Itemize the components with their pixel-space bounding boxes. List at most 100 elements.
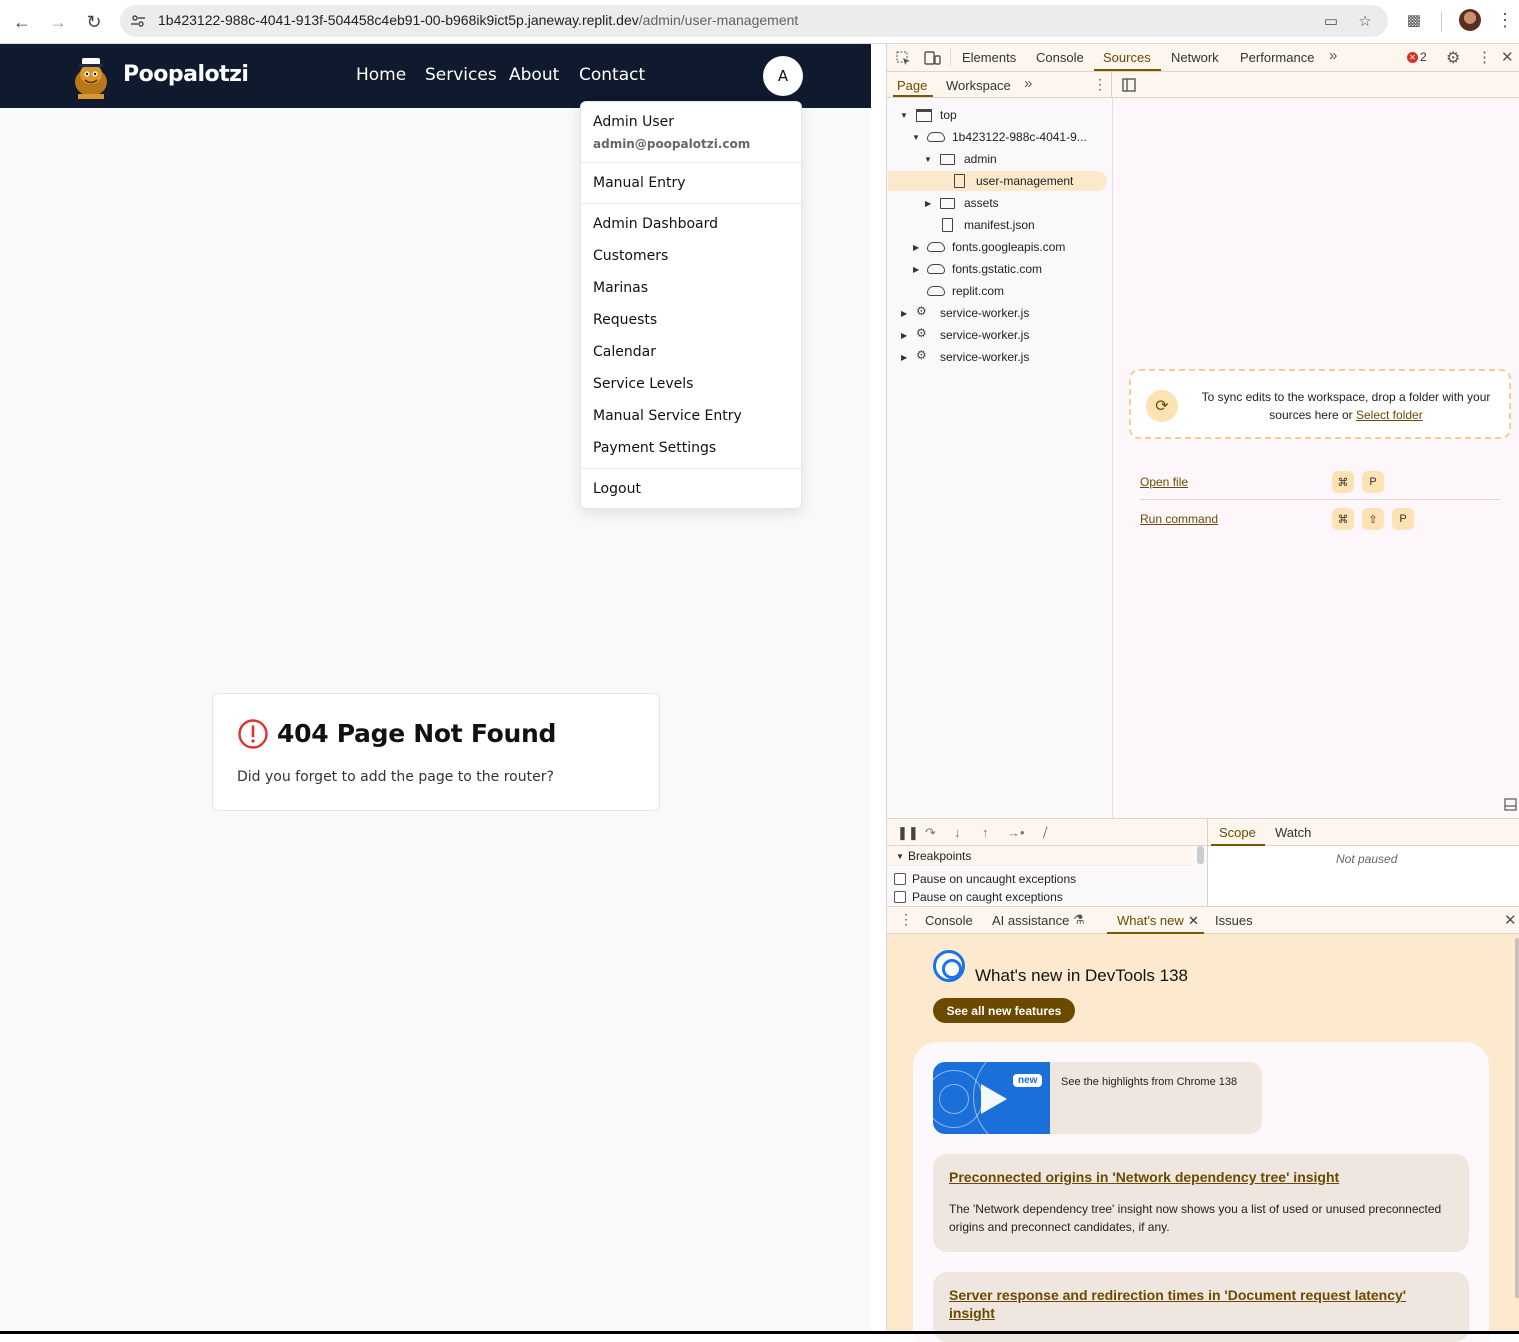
drawer-tab-ai-assistance[interactable]: AI assistance xyxy=(992,913,1069,928)
more-subtabs-chevron-icon[interactable]: » xyxy=(1024,75,1032,92)
collapsed-triangle-icon[interactable]: ▶ xyxy=(925,199,931,208)
menu-item-service-levels[interactable]: Service Levels xyxy=(593,376,693,392)
nav-about[interactable]: About xyxy=(509,65,559,85)
nav-home[interactable]: Home xyxy=(356,65,406,85)
drawer-menu-icon[interactable]: ⋮ xyxy=(899,911,913,928)
tab-sources[interactable]: Sources xyxy=(1103,50,1151,65)
menu-item-admin-dashboard[interactable]: Admin Dashboard xyxy=(593,216,718,232)
menu-item-customers[interactable]: Customers xyxy=(593,248,668,264)
tab-scope[interactable]: Scope xyxy=(1219,825,1256,840)
deactivate-breakpoints-icon[interactable]: ⧸ xyxy=(1043,825,1047,841)
tree-item-gstatic[interactable]: fonts.gstatic.com xyxy=(952,262,1042,276)
tree-item-origin[interactable]: 1b423122-988c-4041-9... xyxy=(952,130,1087,144)
subtab-page[interactable]: Page xyxy=(897,78,927,93)
menu-item-marinas[interactable]: Marinas xyxy=(593,280,648,296)
tree-item-manifest[interactable]: manifest.json xyxy=(964,218,1035,232)
collapsed-triangle-icon[interactable]: ▶ xyxy=(901,309,907,318)
workspace-drop-zone[interactable]: ⟳ To sync edits to the workspace, drop a… xyxy=(1129,369,1511,439)
select-folder-link[interactable]: Select folder xyxy=(1356,408,1423,422)
close-devtools-icon[interactable]: ✕ xyxy=(1501,48,1514,66)
toggle-navigator-icon[interactable] xyxy=(1122,78,1136,92)
profile-avatar[interactable] xyxy=(1459,9,1481,31)
run-command-link[interactable]: Run command xyxy=(1140,512,1218,526)
site-settings-icon[interactable] xyxy=(130,13,146,29)
more-tabs-chevron-icon[interactable]: » xyxy=(1329,47,1337,64)
devtools-resize-handle[interactable] xyxy=(871,44,886,1331)
pause-uncaught-checkbox[interactable] xyxy=(894,873,906,885)
step-icon[interactable]: →• xyxy=(1007,825,1025,840)
tab-performance[interactable]: Performance xyxy=(1240,50,1314,65)
navigator-menu-icon[interactable]: ⋮ xyxy=(1093,76,1107,93)
bookmark-star-icon[interactable]: ☆ xyxy=(1356,12,1374,30)
tree-item-service-worker[interactable]: service-worker.js xyxy=(940,328,1029,342)
error-count[interactable]: 2 xyxy=(1420,50,1427,64)
tree-item-admin[interactable]: admin xyxy=(964,152,997,166)
feature-title-link[interactable]: Server response and redirection times in… xyxy=(949,1286,1449,1322)
devtools-menu-icon[interactable]: ⋮ xyxy=(1477,48,1492,66)
toggle-debugger-icon[interactable] xyxy=(1504,798,1517,811)
settings-gear-icon[interactable]: ⚙ xyxy=(1446,48,1460,68)
play-icon[interactable] xyxy=(981,1084,1007,1114)
drawer-tab-console[interactable]: Console xyxy=(925,913,973,928)
tab-console[interactable]: Console xyxy=(1036,50,1084,65)
collapsed-triangle-icon[interactable]: ▶ xyxy=(913,243,919,252)
expand-triangle-icon[interactable]: ▼ xyxy=(924,155,932,164)
menu-item-manual-entry[interactable]: Manual Entry xyxy=(593,175,686,191)
subtab-workspace[interactable]: Workspace xyxy=(946,78,1011,93)
drawer-tab-whats-new[interactable]: What's new xyxy=(1117,913,1184,928)
see-all-features-button[interactable]: See all new features xyxy=(933,998,1075,1023)
step-out-icon[interactable]: ↑ xyxy=(982,825,989,840)
tree-item-top[interactable]: top xyxy=(940,108,957,122)
tab-watch[interactable]: Watch xyxy=(1275,825,1311,840)
error-icon[interactable]: ✕ xyxy=(1407,52,1418,63)
reload-icon[interactable]: ↻ xyxy=(80,8,108,36)
tree-item-user-management[interactable]: user-management xyxy=(976,174,1073,188)
drawer-scrollbar[interactable] xyxy=(1515,938,1519,1298)
step-into-icon[interactable]: ↓ xyxy=(954,825,961,840)
video-thumbnail[interactable]: new xyxy=(933,1062,1050,1134)
highlights-video-card[interactable]: new See the highlights from Chrome 138 xyxy=(933,1062,1262,1134)
expand-triangle-icon[interactable]: ▼ xyxy=(900,111,908,120)
back-icon[interactable]: ← xyxy=(8,8,36,36)
scrollbar-thumb[interactable] xyxy=(1197,846,1204,864)
collapsed-triangle-icon[interactable]: ▶ xyxy=(913,265,919,274)
inspect-element-icon[interactable] xyxy=(896,51,911,66)
poopalotzi-logo[interactable] xyxy=(70,52,112,100)
tree-item-googleapis[interactable]: fonts.googleapis.com xyxy=(952,240,1065,254)
drawer-tab-issues[interactable]: Issues xyxy=(1215,913,1253,928)
open-file-link[interactable]: Open file xyxy=(1140,475,1188,489)
tree-item-replit[interactable]: replit.com xyxy=(952,284,1004,298)
pause-icon[interactable]: ❚❚ xyxy=(897,825,919,841)
brand-name[interactable]: Poopalotzi xyxy=(123,62,249,87)
close-drawer-icon[interactable]: ✕ xyxy=(1504,911,1517,929)
nav-services[interactable]: Services xyxy=(425,65,497,85)
menu-item-calendar[interactable]: Calendar xyxy=(593,344,656,360)
user-avatar-button[interactable]: A xyxy=(763,56,803,96)
step-over-icon[interactable]: ↷ xyxy=(925,825,936,841)
file-icon xyxy=(942,218,953,232)
expand-triangle-icon[interactable]: ▼ xyxy=(912,133,920,142)
tree-item-service-worker[interactable]: service-worker.js xyxy=(940,306,1029,320)
forward-icon[interactable]: → xyxy=(44,8,72,36)
browser-menu-icon[interactable]: ⋮ xyxy=(1496,10,1514,30)
pause-caught-checkbox[interactable] xyxy=(894,891,906,903)
tree-item-assets[interactable]: assets xyxy=(964,196,999,210)
tab-elements[interactable]: Elements xyxy=(962,50,1016,65)
menu-item-requests[interactable]: Requests xyxy=(593,312,657,328)
devtools-panel: Elements Console Sources Network Perform… xyxy=(886,44,1519,1342)
menu-item-payment-settings[interactable]: Payment Settings xyxy=(593,440,716,456)
tree-item-service-worker[interactable]: service-worker.js xyxy=(940,350,1029,364)
tab-network[interactable]: Network xyxy=(1171,50,1219,65)
feature-title-link[interactable]: Preconnected origins in 'Network depende… xyxy=(949,1168,1449,1186)
expand-triangle-icon[interactable]: ▼ xyxy=(896,852,904,861)
tab-search-icon[interactable]: ▩ xyxy=(1405,11,1423,29)
device-toolbar-icon[interactable] xyxy=(924,50,941,66)
close-tab-icon[interactable]: ✕ xyxy=(1188,913,1199,929)
collapsed-triangle-icon[interactable]: ▶ xyxy=(901,331,907,340)
menu-item-logout[interactable]: Logout xyxy=(593,481,641,497)
menu-item-manual-service-entry[interactable]: Manual Service Entry xyxy=(593,408,742,424)
install-app-icon[interactable]: ▭ xyxy=(1322,12,1340,30)
nav-contact[interactable]: Contact xyxy=(579,65,645,85)
collapsed-triangle-icon[interactable]: ▶ xyxy=(901,353,907,362)
address-bar[interactable]: 1b423122-988c-4041-913f-504458c4eb91-00-… xyxy=(120,5,1388,37)
